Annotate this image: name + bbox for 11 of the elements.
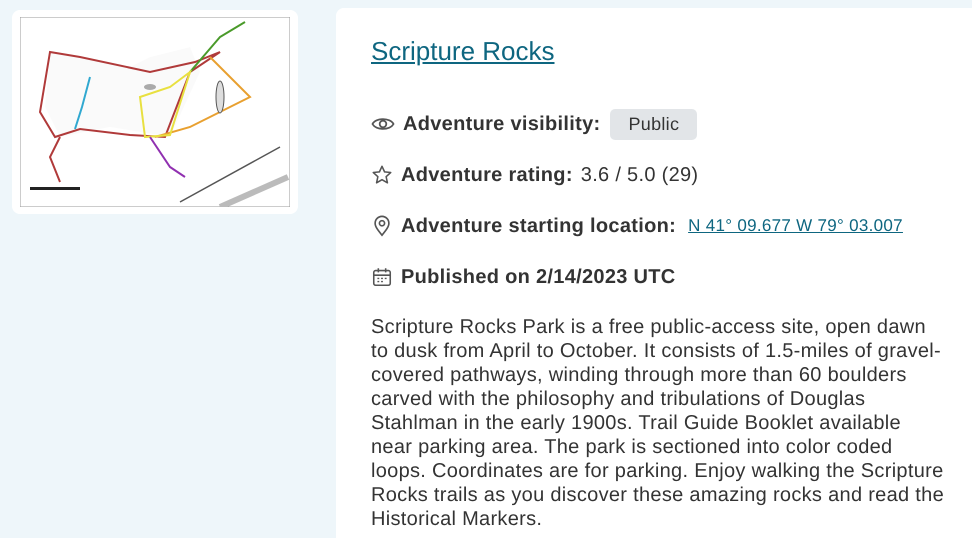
coordinates-link[interactable]: N 41° 09.677 W 79° 03.007 <box>688 216 903 236</box>
calendar-icon <box>371 266 393 288</box>
title-link[interactable]: Scripture Rocks <box>371 36 554 67</box>
rating-value: 3.6 / 5.0 (29) <box>580 164 698 186</box>
description-text: Scripture Rocks Park is a free public-access site, open dawn to dusk from April to October. It consists of 1.5-miles of gravel-covered pathways, winding through more than 60 boulders carved with the philosophy and tribulations of Douglas Stahlman in the early 1900s. Trail Guide Booklet available near parking area. The park is sectioned into color coded loops. Coordinates are for parking. Enjoy walking the Scripture Rocks trails as you discover these amazing rocks and read the Historical Markers. <box>371 315 946 531</box>
detail-label: Adventure rating: <box>401 164 573 186</box>
visibility-badge: Public <box>610 108 698 140</box>
star-icon <box>371 164 393 186</box>
detail-label: Adventure visibility: <box>403 112 600 136</box>
published-date: Published on 2/14/2023 UTC <box>401 266 676 288</box>
detail-label: Adventure starting location: <box>401 214 676 238</box>
